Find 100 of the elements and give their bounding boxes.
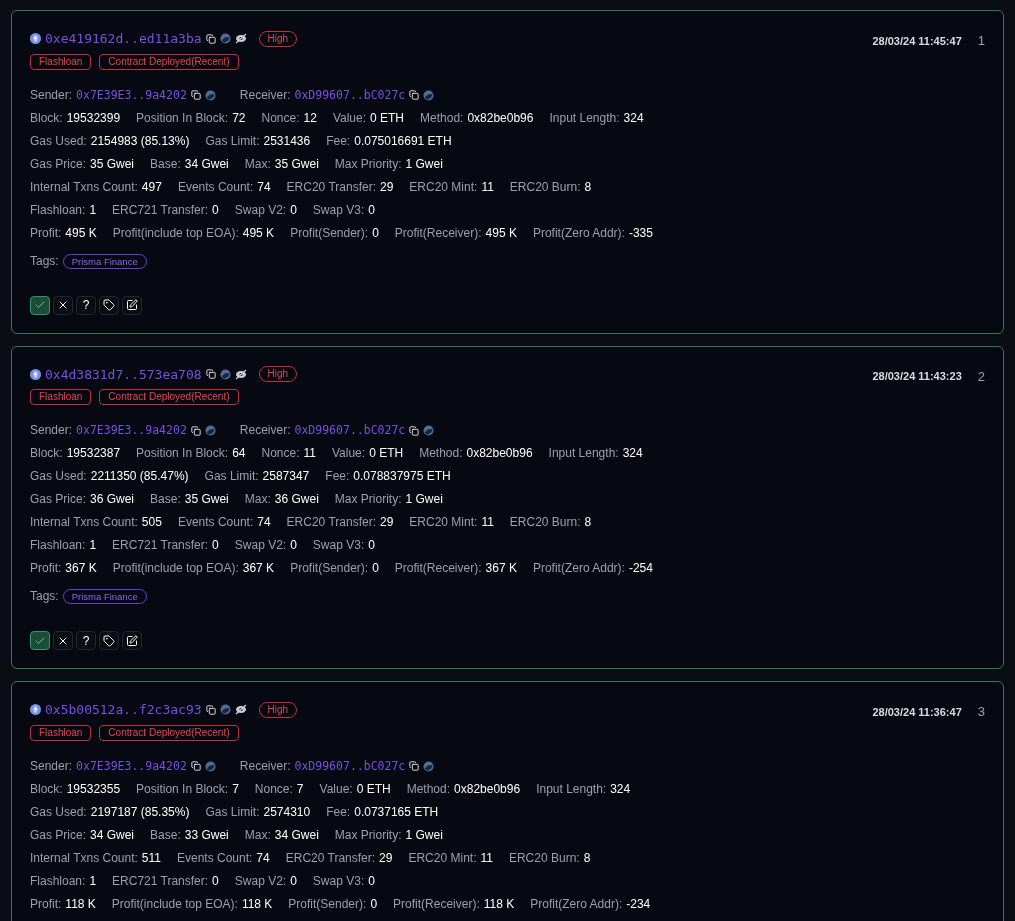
- transaction-hash-link[interactable]: 0xe419162d..ed11a3ba: [45, 29, 202, 49]
- coin-icon: [30, 33, 41, 45]
- field-label: ERC20 Burn:: [509, 514, 581, 531]
- copy-icon[interactable]: [205, 704, 216, 715]
- field-value: 497: [141, 178, 162, 196]
- question-button[interactable]: ?: [76, 631, 96, 650]
- field-value: 2197187 (85.35%): [90, 803, 190, 821]
- field-label: Method:: [420, 109, 464, 127]
- field-value: 8: [584, 178, 592, 196]
- field-value: 1: [89, 201, 97, 219]
- field-label: Swap V2:: [234, 201, 287, 219]
- field-value: -234: [626, 895, 651, 913]
- check-button[interactable]: [30, 295, 50, 315]
- cross-button[interactable]: [53, 631, 73, 650]
- copy-icon[interactable]: [190, 425, 201, 436]
- field-value: 11: [481, 514, 494, 531]
- scan-icon[interactable]: [234, 704, 247, 716]
- field-label: Profit(Sender):: [290, 224, 369, 242]
- label-badge: Contract Deployed(Recent): [99, 53, 239, 70]
- field-value: 495 K: [242, 224, 275, 242]
- copy-icon[interactable]: [205, 33, 216, 44]
- field-label: Gas Limit:: [205, 132, 260, 150]
- tag-button[interactable]: [99, 295, 119, 315]
- transaction-hash-link[interactable]: 0x4d3831d7..573ea708: [45, 364, 202, 384]
- field-value: 0 ETH: [370, 109, 405, 127]
- field-label: Max:: [244, 826, 271, 844]
- field-label: Profit(Receiver):: [393, 895, 480, 913]
- field-label: Profit(Zero Addr):: [532, 224, 625, 242]
- row-number: 3: [977, 703, 985, 721]
- field-value: 1 Gwei: [405, 155, 443, 173]
- field-label: Base:: [150, 491, 181, 508]
- question-button[interactable]: ?: [76, 295, 96, 315]
- copy-icon[interactable]: [190, 90, 201, 100]
- globe-icon[interactable]: [204, 760, 216, 772]
- field-label: Method:: [406, 780, 451, 798]
- globe-icon[interactable]: [204, 89, 216, 101]
- field-label: Receiver:: [239, 422, 291, 439]
- globe-icon[interactable]: [204, 425, 216, 436]
- field-value: 34 Gwei: [274, 826, 319, 844]
- address-link[interactable]: 0x7E39E3..9a4202: [76, 86, 187, 104]
- field-value: 0.075016691 ETH: [354, 132, 452, 150]
- field-value: 34 Gwei: [90, 826, 135, 844]
- field-label: Method:: [419, 445, 463, 462]
- field-label: Base:: [150, 826, 181, 844]
- copy-icon[interactable]: [409, 761, 420, 771]
- check-button[interactable]: [30, 631, 50, 650]
- field-value: 0.0737165 ETH: [354, 803, 439, 821]
- address-link[interactable]: 0xD99607..bC027c: [294, 422, 406, 439]
- field-label: Gas Price:: [30, 491, 86, 508]
- globe-icon[interactable]: [423, 425, 435, 436]
- transaction-hash-link[interactable]: 0x5b00512a..f2c3ac93: [45, 700, 202, 720]
- scan-icon[interactable]: [234, 368, 247, 380]
- row-number: 2: [977, 367, 985, 386]
- field-label: Sender:: [30, 86, 73, 104]
- field-label: Nonce:: [261, 445, 300, 462]
- field-label: Profit(Sender):: [290, 560, 369, 577]
- field-label: ERC20 Transfer:: [286, 178, 376, 196]
- field-value: 0: [368, 872, 375, 890]
- address-link[interactable]: 0x7E39E3..9a4202: [76, 422, 187, 439]
- tag-icon: [103, 299, 115, 311]
- field-label: Value:: [319, 780, 353, 798]
- field-label: ERC721 Transfer:: [112, 872, 209, 890]
- field-label: Swap V2:: [234, 537, 287, 554]
- globe-icon[interactable]: [219, 704, 231, 716]
- field-value: 34 Gwei: [184, 155, 229, 173]
- address-link[interactable]: 0xD99607..bC027c: [294, 86, 406, 104]
- globe-icon[interactable]: [219, 368, 231, 380]
- globe-icon[interactable]: [423, 89, 435, 101]
- address-link[interactable]: 0xD99607..bC027c: [294, 757, 406, 775]
- copy-icon[interactable]: [205, 369, 216, 380]
- field-value: 8: [584, 514, 592, 531]
- field-value: 0: [370, 895, 378, 913]
- field-value: 2574310: [263, 803, 311, 821]
- field-label: Swap V2:: [234, 872, 287, 890]
- field-value: 74: [257, 514, 271, 531]
- field-value: 0: [290, 201, 297, 219]
- field-label: Fee:: [326, 803, 351, 821]
- field-value: 2154983 (85.13%): [90, 132, 190, 150]
- field-value: 19532399: [66, 109, 121, 127]
- copy-icon[interactable]: [409, 90, 420, 100]
- address-link[interactable]: 0x7E39E3..9a4202: [76, 757, 187, 775]
- field-value: 324: [623, 109, 644, 127]
- field-label: Tags:: [30, 252, 59, 270]
- copy-icon[interactable]: [409, 425, 420, 436]
- timestamp: 28/03/24 11:43:23: [872, 369, 962, 384]
- field-label: Swap V3:: [312, 537, 365, 554]
- edit-button[interactable]: [122, 295, 142, 315]
- scan-icon[interactable]: [234, 33, 247, 45]
- globe-icon[interactable]: [423, 760, 435, 772]
- field-value: 511: [141, 849, 161, 867]
- globe-icon[interactable]: [219, 33, 231, 45]
- field-value: 8: [583, 849, 591, 867]
- edit-button[interactable]: [122, 631, 142, 650]
- field-label: Profit:: [30, 560, 62, 577]
- coin-icon: [30, 368, 41, 380]
- copy-icon[interactable]: [190, 761, 201, 771]
- cross-button[interactable]: [53, 295, 73, 315]
- field-value: 11: [481, 178, 494, 196]
- field-label: Gas Used:: [30, 468, 87, 485]
- tag-button[interactable]: [99, 631, 119, 650]
